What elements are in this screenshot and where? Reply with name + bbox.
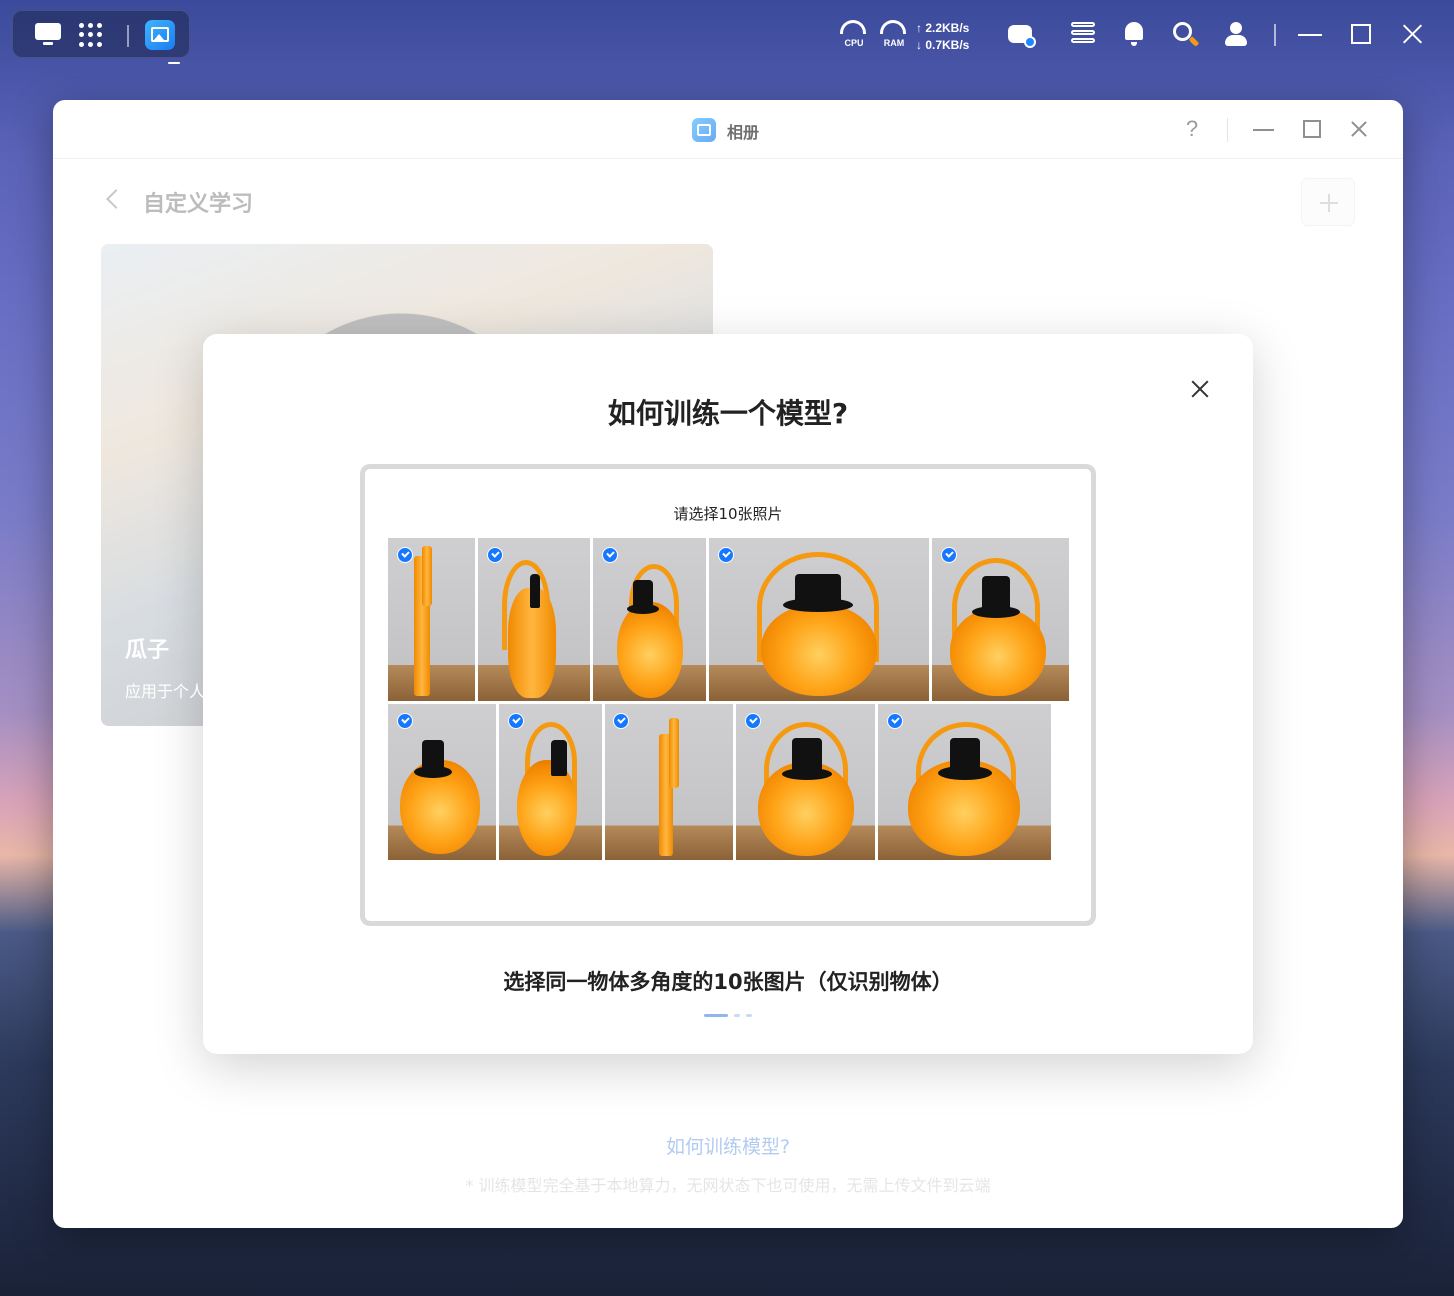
active-app-indicator <box>168 62 180 64</box>
selected-check-icon <box>941 547 957 563</box>
dock-divider <box>127 25 129 47</box>
desktop-minimize-icon[interactable] <box>1298 22 1324 48</box>
selected-check-icon <box>487 547 503 563</box>
search-icon[interactable] <box>1173 22 1200 48</box>
model-card-name: 瓜子 <box>125 638 170 663</box>
upload-speed: ↑ 2.2KB/s <box>916 21 970 35</box>
selected-check-icon <box>602 547 618 563</box>
selected-check-icon <box>887 713 903 729</box>
step-dot[interactable] <box>746 1014 752 1017</box>
taskbar-divider <box>1274 24 1276 46</box>
cpu-label: CPU <box>844 38 864 48</box>
task-list-icon[interactable] <box>1071 22 1097 48</box>
desktop-dock <box>12 10 190 64</box>
selected-check-icon <box>718 547 734 563</box>
notification-bell-icon[interactable] <box>1122 22 1148 48</box>
step-dot-active[interactable] <box>704 1014 728 1017</box>
training-guide-modal: 如何训练一个模型? 请选择10张照片 选择同一物体多角度的10张图片（仅识别物体… <box>203 334 1253 1054</box>
modal-title: 如何训练一个模型? <box>607 397 849 430</box>
cpu-gauge-icon[interactable]: CPU <box>840 20 868 50</box>
model-card-description: 应用于个人 <box>125 682 206 701</box>
step-indicator <box>704 1014 764 1018</box>
selected-check-icon <box>508 713 524 729</box>
selected-check-icon <box>397 713 413 729</box>
desktop-maximize-icon[interactable] <box>1349 22 1375 48</box>
network-speed[interactable]: ↑ 2.2KB/s ↓ 0.7KB/s <box>916 20 969 54</box>
pumpkin-photo <box>709 538 929 701</box>
ram-gauge-icon[interactable]: RAM <box>880 20 908 50</box>
user-account-icon[interactable] <box>1223 22 1249 48</box>
selected-check-icon <box>613 713 629 729</box>
illustration-title: 请选择10张照片 <box>673 505 783 523</box>
ram-label: RAM <box>883 38 905 48</box>
pumpkin-photo <box>932 538 1069 701</box>
pumpkin-photo <box>878 704 1051 860</box>
modal-caption: 选择同一物体多角度的10张图片（仅识别物体） <box>503 970 953 994</box>
selected-check-icon <box>745 713 761 729</box>
desktop-monitor-icon[interactable] <box>35 23 61 47</box>
photos-app-icon[interactable] <box>145 20 175 50</box>
pumpkin-photo <box>388 538 475 701</box>
download-speed: ↓ 0.7KB/s <box>916 38 970 52</box>
cloud-sync-icon[interactable] <box>1008 22 1036 48</box>
desktop-close-icon[interactable] <box>1400 22 1426 48</box>
step-dot[interactable] <box>734 1014 740 1017</box>
photo-selection-illustration: 请选择10张照片 <box>360 464 1096 926</box>
app-launcher-icon[interactable] <box>79 23 103 47</box>
selected-check-icon <box>397 547 413 563</box>
